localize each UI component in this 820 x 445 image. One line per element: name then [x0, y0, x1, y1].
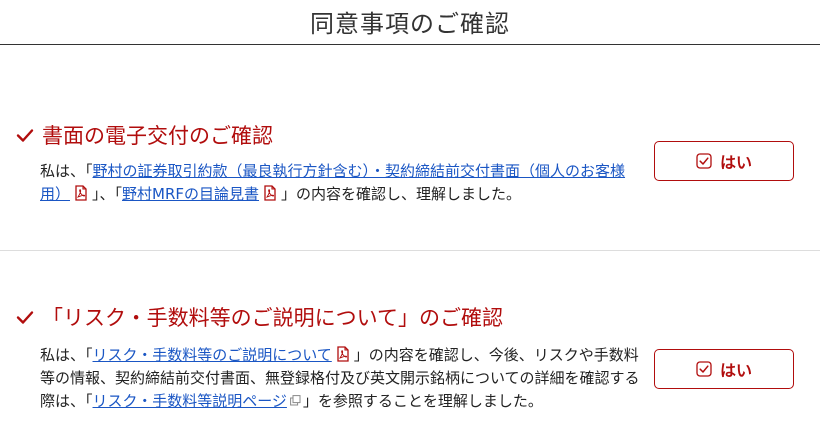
yes-button-label: はい — [719, 153, 752, 172]
external-link-icon — [290, 395, 301, 406]
pdf-icon — [264, 185, 276, 201]
agree-yes-button[interactable]: はい — [654, 141, 794, 181]
text-prefix: 私は、「 — [40, 162, 93, 180]
section-header: 書面の電子交付のご確認 — [14, 118, 273, 152]
yes-button-label: はい — [719, 361, 752, 380]
section-description: 私は、「リスク・手数料等のご説明について 」の内容を確認し、今後、リスクや手数料… — [40, 344, 640, 413]
text-suffix: 」を参照することを理解しました。 — [302, 392, 543, 410]
risk-fees-explanation-link[interactable]: リスク・手数料等のご説明について — [93, 346, 332, 364]
text-prefix: 私は、「 — [40, 346, 93, 364]
checkbox-checked-icon — [696, 361, 712, 377]
pdf-icon — [337, 346, 349, 362]
section-header: 「リスク・手数料等のご説明について」のご確認 — [14, 300, 503, 334]
checkbox-checked-icon — [696, 153, 712, 169]
pdf-icon — [75, 185, 87, 201]
text-middle: 」、「 — [92, 185, 123, 203]
page-title: 同意事項のご確認 — [310, 10, 510, 38]
section-title: 「リスク・手数料等のご説明について」のご確認 — [42, 306, 503, 330]
section-divider — [0, 250, 820, 251]
check-icon — [16, 311, 34, 324]
page-header: 同意事項のご確認 — [0, 0, 820, 45]
mrf-prospectus-link[interactable]: 野村MRFの目論見書 — [122, 185, 259, 203]
agree-yes-button[interactable]: はい — [654, 349, 794, 389]
text-suffix: 」の内容を確認し、理解しました。 — [281, 185, 522, 203]
risk-fees-page-link[interactable]: リスク・手数料等説明ページ — [93, 392, 287, 410]
check-icon — [16, 129, 34, 142]
section-title: 書面の電子交付のご確認 — [42, 124, 273, 148]
section-description: 私は、「野村の証券取引約款（最良執行方針含む）・契約締結前交付書面（個人のお客様… — [40, 160, 640, 206]
